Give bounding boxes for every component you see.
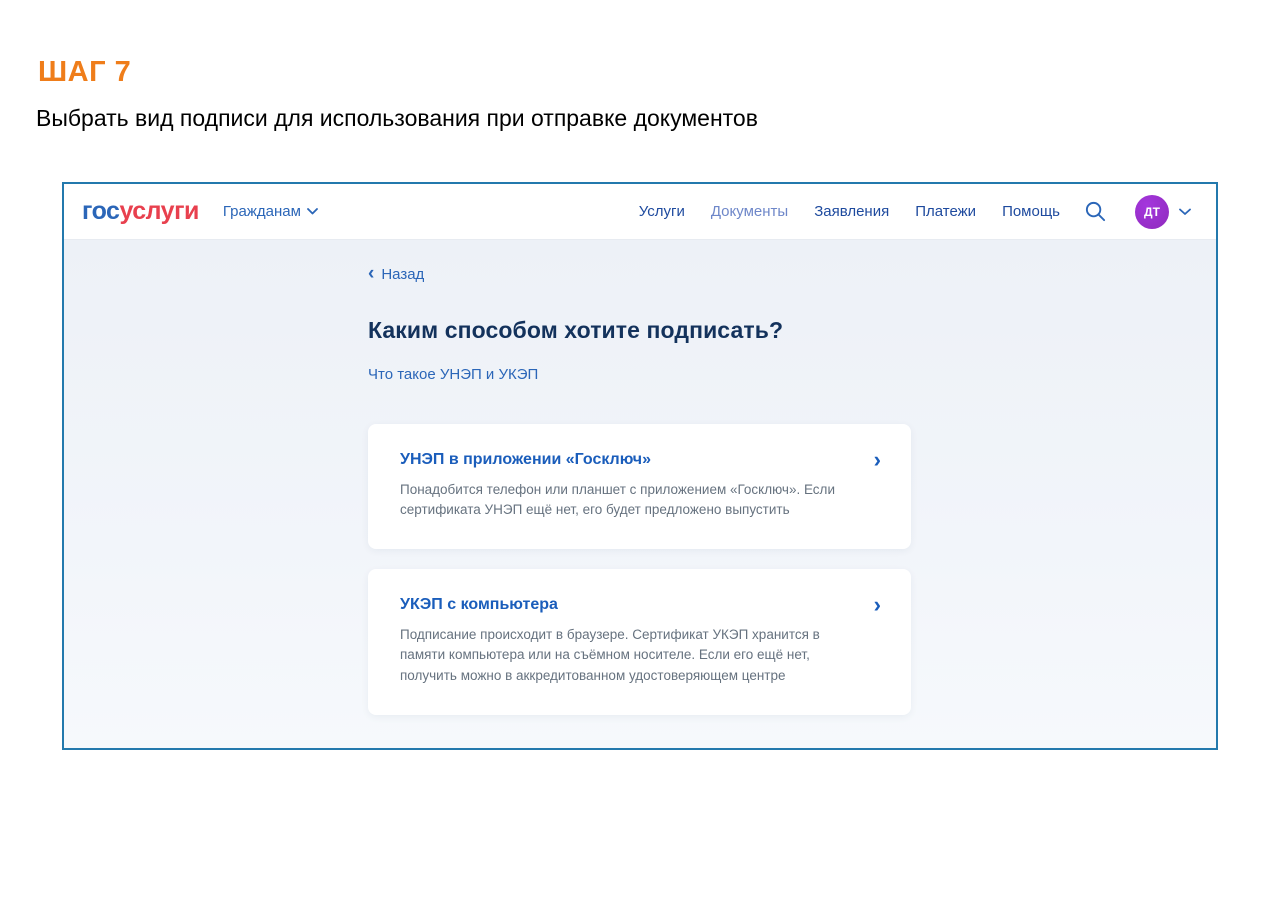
main-nav: Услуги Документы Заявления Платежи Помощ… — [639, 203, 1060, 220]
nav-item-pomosch[interactable]: Помощь — [1002, 203, 1060, 220]
chevron-down-icon — [307, 208, 318, 215]
option-card-header: УНЭП в приложении «Госключ» › — [400, 451, 881, 469]
chevron-right-icon: › — [874, 597, 881, 613]
option-title: УКЭП с компьютера — [400, 596, 558, 614]
logo-part-blue: гос — [82, 197, 119, 225]
option-description: Понадобится телефон или планшет с прилож… — [400, 480, 858, 521]
chevron-right-icon: › — [874, 452, 881, 468]
site-header: госуслуги Гражданам Услуги Документы Зая… — [64, 184, 1216, 240]
option-description: Подписание происходит в браузере. Сертиф… — [400, 625, 858, 686]
back-link[interactable]: ‹ Назад — [368, 266, 424, 283]
info-link-unep-ukep[interactable]: Что такое УНЭП и УКЭП — [368, 366, 538, 383]
portal-screenshot-frame: госуслуги Гражданам Услуги Документы Зая… — [62, 182, 1218, 750]
audience-selector[interactable]: Гражданам — [223, 203, 318, 220]
nav-item-zayavleniya[interactable]: Заявления — [814, 203, 889, 220]
step-description: Выбрать вид подписи для использования пр… — [36, 105, 758, 132]
logo-part-red: услуги — [119, 197, 198, 225]
audience-label: Гражданам — [223, 203, 301, 220]
step-label: ШАГ 7 — [38, 56, 131, 89]
option-card-header: УКЭП с компьютера › — [400, 596, 881, 614]
user-avatar[interactable]: ДТ — [1135, 195, 1169, 229]
gosuslugi-logo[interactable]: госуслуги — [82, 197, 199, 226]
page-title: Каким способом хотите подписать? — [368, 317, 911, 344]
search-button[interactable] — [1084, 200, 1107, 223]
back-chevron-icon: ‹ — [368, 267, 374, 281]
user-menu-toggle[interactable] — [1179, 208, 1191, 216]
back-label: Назад — [381, 266, 424, 283]
user-initials: ДТ — [1144, 205, 1160, 219]
option-card-ukep[interactable]: УКЭП с компьютера › Подписание происходи… — [368, 569, 911, 715]
nav-item-platezhi[interactable]: Платежи — [915, 203, 976, 220]
chevron-down-icon — [1179, 208, 1191, 216]
page-content-area: ‹ Назад Каким способом хотите подписать?… — [64, 240, 1216, 748]
option-title: УНЭП в приложении «Госключ» — [400, 451, 651, 469]
option-card-unep[interactable]: УНЭП в приложении «Госключ» › Понадобитс… — [368, 424, 911, 550]
content-column: ‹ Назад Каким способом хотите подписать?… — [368, 240, 911, 715]
nav-item-dokumenty[interactable]: Документы — [711, 203, 788, 220]
nav-item-uslugi[interactable]: Услуги — [639, 203, 685, 220]
search-icon — [1084, 200, 1107, 223]
